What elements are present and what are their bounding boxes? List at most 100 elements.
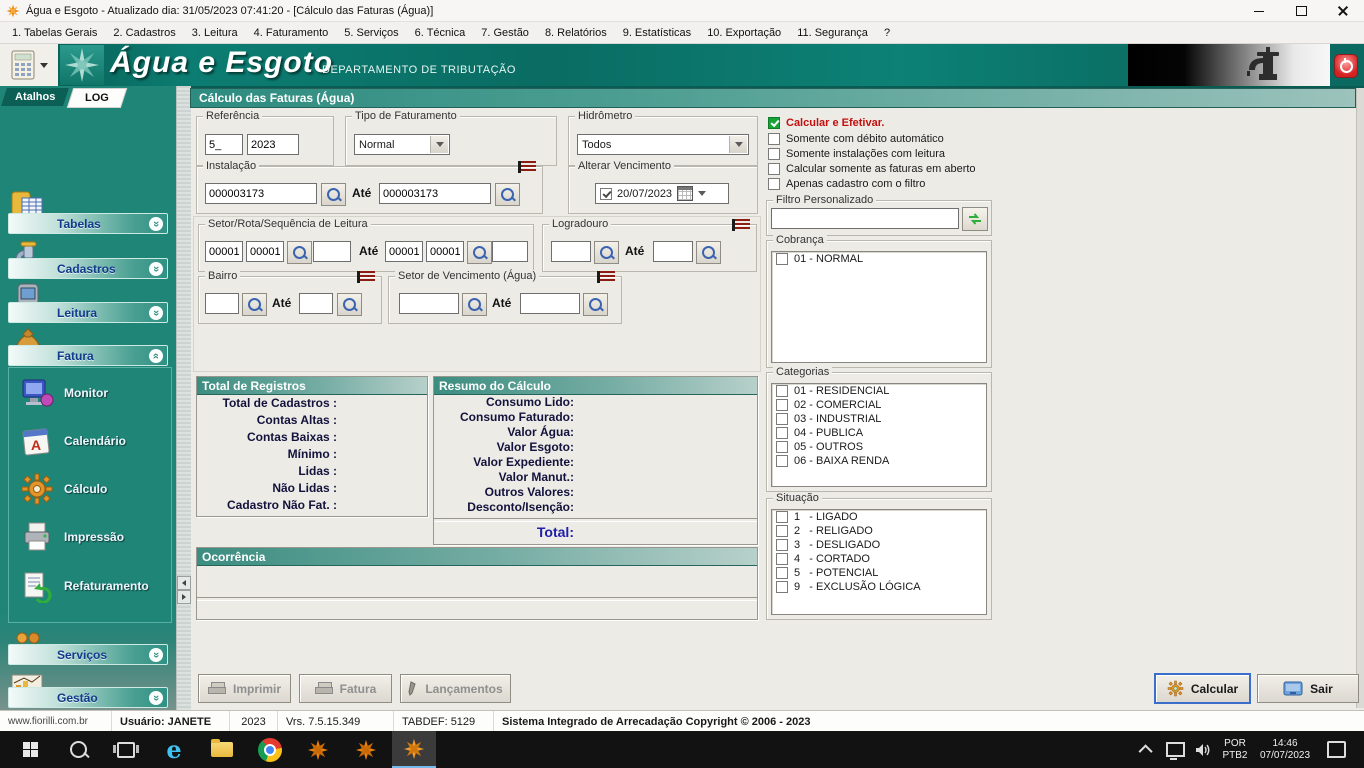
rota-to-input[interactable] [426,241,464,262]
list-item[interactable]: 4 - CORTADO [772,552,986,566]
bairro-to-search-button[interactable] [337,293,362,316]
sidebar-scroll-strip[interactable] [176,86,191,710]
chevron-down-icon[interactable]: » [149,691,163,705]
filtro-personalizado-input[interactable] [771,208,959,229]
fiorilli-app3-button-active[interactable] [392,731,436,768]
checkbox[interactable] [776,455,788,467]
bairro-from-search-button[interactable] [242,293,267,316]
list-item[interactable]: 03 - INDUSTRIAL [772,412,986,426]
cobranca-listbox[interactable]: 01 - NORMAL [771,251,987,363]
rota-from-input[interactable] [246,241,284,262]
clock[interactable]: 14:4607/07/2023 [1253,731,1317,768]
file-explorer-button[interactable] [200,731,244,768]
instalacao-to-search-button[interactable] [495,183,520,206]
filtro-apply-button[interactable] [962,207,988,231]
list-icon[interactable] [597,271,615,283]
fiorilli-app1-button[interactable] [296,731,340,768]
fatura-button[interactable]: Fatura [299,674,392,703]
logradouro-from-search-button[interactable] [594,241,619,264]
instalacao-from-search-button[interactable] [321,183,346,206]
checkbox[interactable] [776,441,788,453]
menu-relatorios[interactable]: 8. Relatórios [537,24,615,42]
lancamentos-button[interactable]: Lançamentos [400,674,511,703]
sair-button[interactable]: Sair [1257,674,1359,703]
menu-gestao[interactable]: 7. Gestão [473,24,537,42]
situacao-listbox[interactable]: 1 - LIGADO 2 - RELIGADO 3 - DESLIGADO 4 … [771,509,987,615]
setor-to-search-button[interactable] [467,241,492,264]
sequencia-from-input[interactable] [313,241,351,262]
list-item[interactable]: 5 - POTENCIAL [772,566,986,580]
checkbox[interactable] [776,581,788,593]
logradouro-to-search-button[interactable] [696,241,721,264]
task-view-button[interactable] [104,731,148,768]
sidebar-item-impressao[interactable]: Impressão [64,530,124,544]
action-center-button[interactable] [1320,731,1352,768]
bairro-from-input[interactable] [205,293,239,314]
list-icon[interactable] [357,271,375,283]
vencimento-date-picker[interactable]: 20/07/2023 [595,183,729,204]
menu-tabelas-gerais[interactable]: 1. Tabelas Gerais [4,24,105,42]
menu-exportacao[interactable]: 10. Exportação [699,24,789,42]
logradouro-to-input[interactable] [653,241,693,262]
chevron-down-icon[interactable]: » [149,262,163,276]
list-item[interactable]: 01 - RESIDENCIAL [772,384,986,398]
list-item[interactable]: 2 - RELIGADO [772,524,986,538]
setor-from-search-button[interactable] [287,241,312,264]
setor-from-input[interactable] [205,241,243,262]
referencia-month-input[interactable] [205,134,243,155]
checkbox[interactable] [768,163,780,175]
sidebar-item-calendario[interactable]: Calendário [64,434,126,448]
sidebar-group-cadastros[interactable]: Cadastros » [8,258,168,279]
calculator-menu-button[interactable] [0,44,58,86]
checkbox[interactable] [776,427,788,439]
option-faturas-aberto[interactable]: Calcular somente as faturas em aberto [768,163,976,175]
volume-tray-icon[interactable] [1189,731,1217,768]
checkbox[interactable] [776,413,788,425]
sidebar-item-monitor[interactable]: Monitor [64,386,108,400]
logradouro-from-input[interactable] [551,241,591,262]
tipo-faturamento-select[interactable]: Normal [354,134,450,155]
checkbox[interactable] [768,178,780,190]
fiorilli-app2-button[interactable] [344,731,388,768]
list-item[interactable]: 05 - OUTROS [772,440,986,454]
option-calcular-efetivar[interactable]: Calcular e Efetivar. [768,117,884,129]
sidebar-tab-atalhos[interactable]: Atalhos [1,88,69,106]
checkbox[interactable] [776,539,788,551]
power-exit-button[interactable] [1334,54,1358,78]
checkbox[interactable] [776,511,788,523]
scroll-right-button[interactable] [177,590,191,604]
taskbar-search-button[interactable] [56,731,100,768]
checkbox[interactable] [768,148,780,160]
sidebar-item-calculo[interactable]: Cálculo [64,482,107,496]
list-item[interactable]: 1 - LIGADO [772,510,986,524]
sidebar-tab-log[interactable]: LOG [67,88,127,108]
list-item[interactable]: 04 - PUBLICA [772,426,986,440]
menu-help[interactable]: ? [876,24,898,42]
checkbox[interactable] [768,133,780,145]
network-tray-icon[interactable] [1161,731,1189,768]
chrome-button[interactable] [248,731,292,768]
instalacao-from-input[interactable] [205,183,317,204]
chevron-down-icon[interactable]: » [149,217,163,231]
list-item[interactable]: 06 - BAIXA RENDA [772,454,986,468]
setor-vencimento-to-search-button[interactable] [583,293,608,316]
checkbox-checked[interactable] [768,117,780,129]
list-item[interactable]: 01 - NORMAL [772,252,986,266]
vencimento-checkbox[interactable] [600,188,612,200]
hidrometro-select[interactable]: Todos [577,134,749,155]
sidebar-group-servicos[interactable]: Serviços » [8,644,168,665]
list-icon[interactable] [732,219,750,231]
minimize-button[interactable] [1238,0,1280,22]
checkbox[interactable] [776,385,788,397]
setor-to-input[interactable] [385,241,423,262]
scroll-left-button[interactable] [177,576,191,590]
checkbox[interactable] [776,553,788,565]
checkbox[interactable] [776,567,788,579]
chevron-down-icon[interactable]: » [149,306,163,320]
calcular-button[interactable]: Calcular [1154,673,1251,704]
instalacao-to-input[interactable] [379,183,491,204]
list-item[interactable]: 3 - DESLIGADO [772,538,986,552]
option-debito-automatico[interactable]: Somente com débito automático [768,133,944,145]
setor-vencimento-to-input[interactable] [520,293,580,314]
close-button[interactable] [1322,0,1364,22]
